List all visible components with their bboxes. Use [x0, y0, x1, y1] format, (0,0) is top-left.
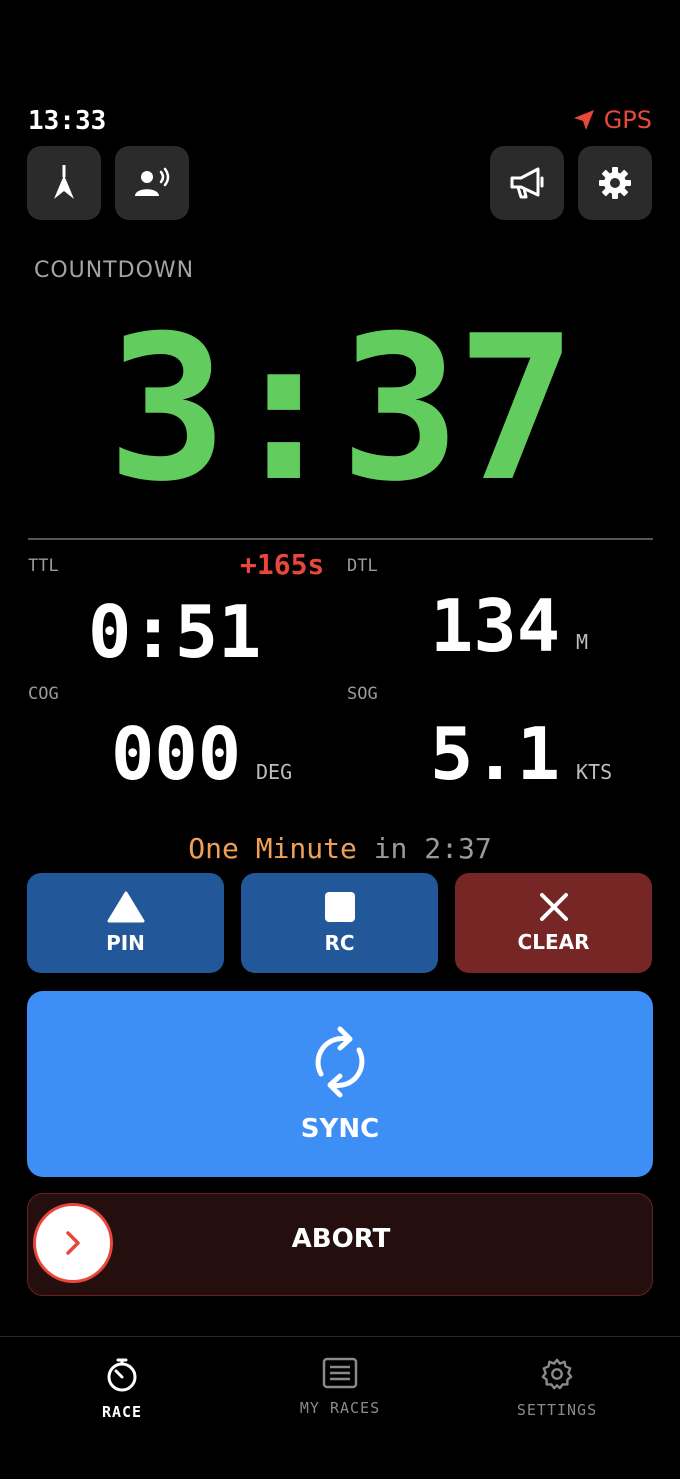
rc-label: RC: [324, 931, 355, 955]
sync-icon: [315, 1026, 365, 1098]
abort-slider-handle[interactable]: [33, 1203, 113, 1283]
countdown-timer: 3:37: [107, 293, 577, 526]
ttl-value: 0:51: [88, 590, 262, 674]
sog-value: 5.1: [430, 712, 561, 796]
tab-my-races[interactable]: MY RACES: [260, 1357, 420, 1417]
north-button[interactable]: [27, 146, 101, 220]
gear-icon: [599, 167, 631, 199]
sync-label: SYNC: [300, 1114, 380, 1144]
cog-value: 000: [111, 712, 242, 796]
clear-label: CLEAR: [517, 930, 590, 954]
voice-icon: [135, 167, 170, 196]
tab-bar: RACE MY RACES SETTINGS: [0, 1336, 680, 1479]
rc-button[interactable]: RC: [241, 873, 438, 973]
dtl-label: DTL: [347, 556, 378, 576]
list-icon: [322, 1357, 358, 1389]
cog-label: COG: [28, 684, 59, 704]
cog-unit: DEG: [256, 760, 293, 784]
gps-label: GPS: [603, 106, 652, 134]
voice-button[interactable]: [115, 146, 189, 220]
divider: [28, 538, 653, 540]
next-signal-time: 2:37: [424, 832, 492, 865]
tab-my-races-label: MY RACES: [299, 1399, 381, 1417]
abort-slider[interactable]: ABORT: [27, 1193, 653, 1296]
settings-button[interactable]: [578, 146, 652, 220]
next-signal: One Minute in 2:37: [0, 832, 680, 865]
tab-settings[interactable]: SETTINGS: [477, 1357, 637, 1419]
next-signal-name: One Minute: [188, 832, 357, 865]
tab-settings-label: SETTINGS: [516, 1401, 598, 1419]
sog-unit: KTS: [576, 760, 613, 784]
square-icon: [324, 892, 355, 922]
dtl-unit: M: [576, 630, 589, 654]
ttl-label: TTL: [28, 556, 59, 576]
pin-label: PIN: [106, 931, 145, 955]
horn-button[interactable]: [490, 146, 564, 220]
countdown-label: COUNTDOWN: [34, 258, 195, 283]
status-time: 13:33: [28, 106, 107, 136]
location-arrow-icon: [573, 110, 594, 130]
stopwatch-icon: [107, 1358, 137, 1392]
tab-race-label: RACE: [101, 1403, 143, 1421]
megaphone-icon: [510, 167, 544, 199]
close-icon: [539, 893, 568, 921]
north-arrow-icon: [54, 165, 74, 199]
delta-value: +165s: [240, 548, 325, 581]
clear-button[interactable]: CLEAR: [455, 873, 652, 973]
gps-indicator: GPS: [572, 106, 652, 134]
dtl-value: 134: [430, 584, 561, 668]
tab-race[interactable]: RACE: [42, 1357, 202, 1421]
chevron-right-icon: [66, 1231, 80, 1255]
sog-label: SOG: [347, 684, 378, 704]
next-signal-connector: in: [373, 832, 408, 865]
triangle-icon: [107, 891, 144, 923]
abort-label: ABORT: [291, 1224, 391, 1254]
sync-button[interactable]: SYNC: [27, 991, 653, 1177]
pin-button[interactable]: PIN: [27, 873, 224, 973]
gear-icon: [541, 1358, 573, 1390]
